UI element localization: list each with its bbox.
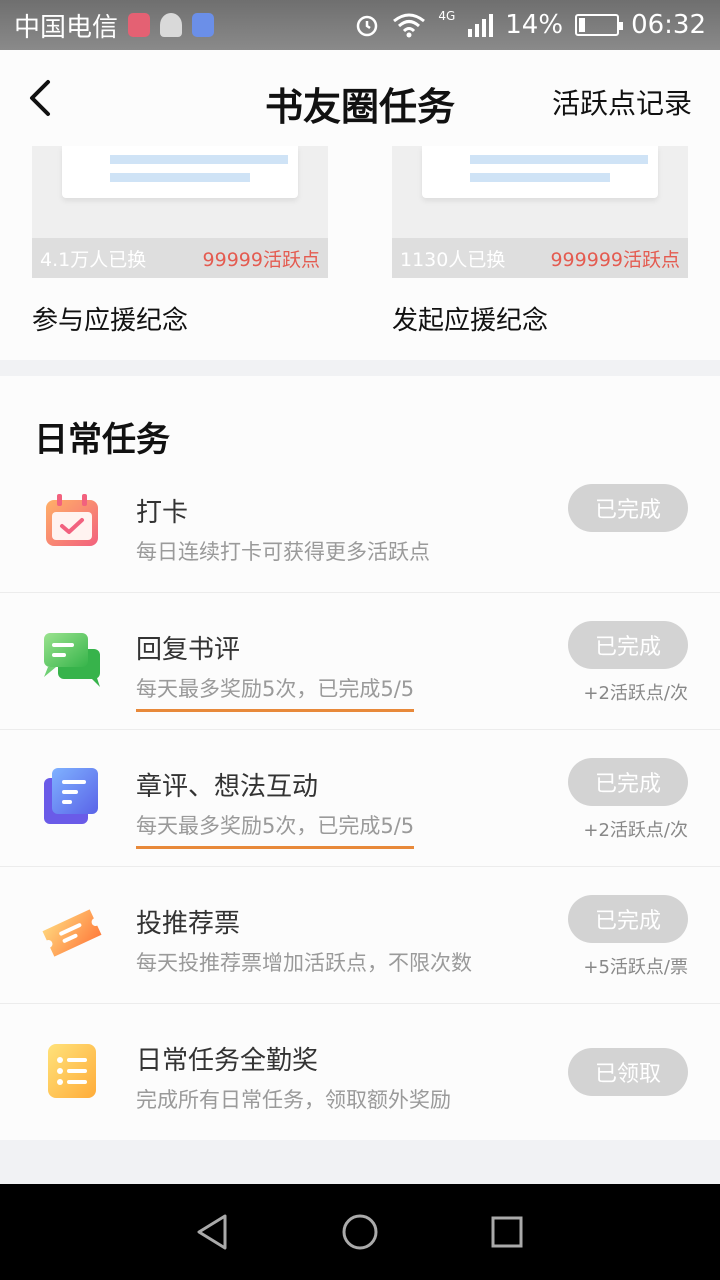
clock: 06:32 <box>631 10 706 40</box>
reward-card-graphic <box>62 146 298 198</box>
task-name: 日常任务全勤奖 <box>136 1046 319 1076</box>
reward-rate: +2活跃点/次 <box>583 683 688 704</box>
task-name: 回复书评 <box>136 635 241 665</box>
status-bar: 中国电信 4G 14% 06:32 <box>0 0 720 50</box>
reward-item[interactable]: 4.1万人已换 99999活跃点 参与应援纪念 <box>32 146 328 337</box>
task-description: 每天最多奖励5次，已完成5/5 <box>136 673 415 712</box>
sd-card-icon <box>192 13 215 37</box>
reward-price: 999999活跃点 <box>550 248 680 271</box>
list-icon <box>48 1044 96 1098</box>
reward-item[interactable]: 1130人已换 999999活跃点 发起应援纪念 <box>392 146 688 337</box>
notification-icon <box>128 13 151 37</box>
task-name: 打卡 <box>136 498 189 528</box>
task-name: 章评、想法互动 <box>136 772 319 802</box>
back-nav-button[interactable] <box>183 1202 243 1262</box>
claimed-button[interactable]: 已领取 <box>568 1048 688 1096</box>
task-name: 投推荐票 <box>136 909 241 939</box>
recents-square-icon <box>491 1216 523 1248</box>
section-title: 日常任务 <box>34 420 170 460</box>
reward-info-strip: 4.1万人已换 99999活跃点 <box>32 238 328 278</box>
redeem-count: 1130人已换 <box>400 248 506 271</box>
home-nav-button[interactable] <box>330 1202 390 1262</box>
completed-button[interactable]: 已完成 <box>568 895 688 943</box>
system-nav-bar <box>0 1184 720 1280</box>
completed-button[interactable]: 已完成 <box>568 621 688 669</box>
task-item: 投推荐票 每天投推荐票增加活跃点，不限次数 已完成 +5活跃点/票 <box>0 867 720 1004</box>
reward-price: 99999活跃点 <box>202 248 320 271</box>
battery-percent: 14% <box>505 10 564 40</box>
activity-record-link[interactable]: 活跃点记录 <box>552 82 692 122</box>
app-notification-icon <box>160 13 183 37</box>
completed-button[interactable]: 已完成 <box>568 484 688 532</box>
task-item: 章评、想法互动 每天最多奖励5次，已完成5/5 已完成 +2活跃点/次 <box>0 730 720 867</box>
battery-icon <box>575 14 624 36</box>
task-item: 日常任务全勤奖 完成所有日常任务，领取额外奖励 已领取 <box>0 1004 720 1141</box>
task-description: 每天投推荐票增加活跃点，不限次数 <box>136 951 472 975</box>
app-header: 书友圈任务 活跃点记录 <box>0 50 720 146</box>
reward-image: 4.1万人已换 99999活跃点 <box>32 146 328 278</box>
signal-icon <box>468 14 494 37</box>
daily-tasks-section: 日常任务 打卡 每日连续打卡可获得更多活跃点 已完成 回复书评 每天最多奖励5次… <box>0 376 720 1140</box>
task-item: 打卡 每日连续打卡可获得更多活跃点 已完成 <box>0 456 720 593</box>
completed-button[interactable]: 已完成 <box>568 758 688 806</box>
task-description: 完成所有日常任务，领取额外奖励 <box>136 1088 451 1112</box>
reward-info-strip: 1130人已换 999999活跃点 <box>392 238 688 278</box>
task-description: 每天最多奖励5次，已完成5/5 <box>136 810 415 849</box>
reward-card-graphic <box>422 146 658 198</box>
document-icon <box>44 768 98 824</box>
alarm-icon <box>357 15 378 37</box>
calendar-check-icon <box>46 494 98 546</box>
reward-image: 1130人已换 999999活跃点 <box>392 146 688 278</box>
carrier-label: 中国电信 <box>14 12 119 43</box>
task-item: 回复书评 每天最多奖励5次，已完成5/5 已完成 +2活跃点/次 <box>0 593 720 730</box>
home-circle-icon <box>342 1214 378 1250</box>
recents-nav-button[interactable] <box>477 1202 537 1262</box>
network-type: 4G <box>438 9 456 23</box>
reward-name: 发起应援纪念 <box>392 306 549 336</box>
reward-name: 参与应援纪念 <box>32 306 189 336</box>
task-description: 每日连续打卡可获得更多活跃点 <box>136 540 430 564</box>
reward-rate: +2活跃点/次 <box>583 820 688 841</box>
reward-section: 4.1万人已换 99999活跃点 参与应援纪念 1130人已换 999999活跃… <box>0 146 720 360</box>
wifi-icon <box>393 13 426 38</box>
ticket-icon <box>42 909 102 957</box>
reward-rate: +5活跃点/票 <box>583 957 688 978</box>
redeem-count: 4.1万人已换 <box>40 248 147 271</box>
back-triangle-icon <box>197 1214 227 1250</box>
chat-bubble-icon <box>44 633 100 687</box>
